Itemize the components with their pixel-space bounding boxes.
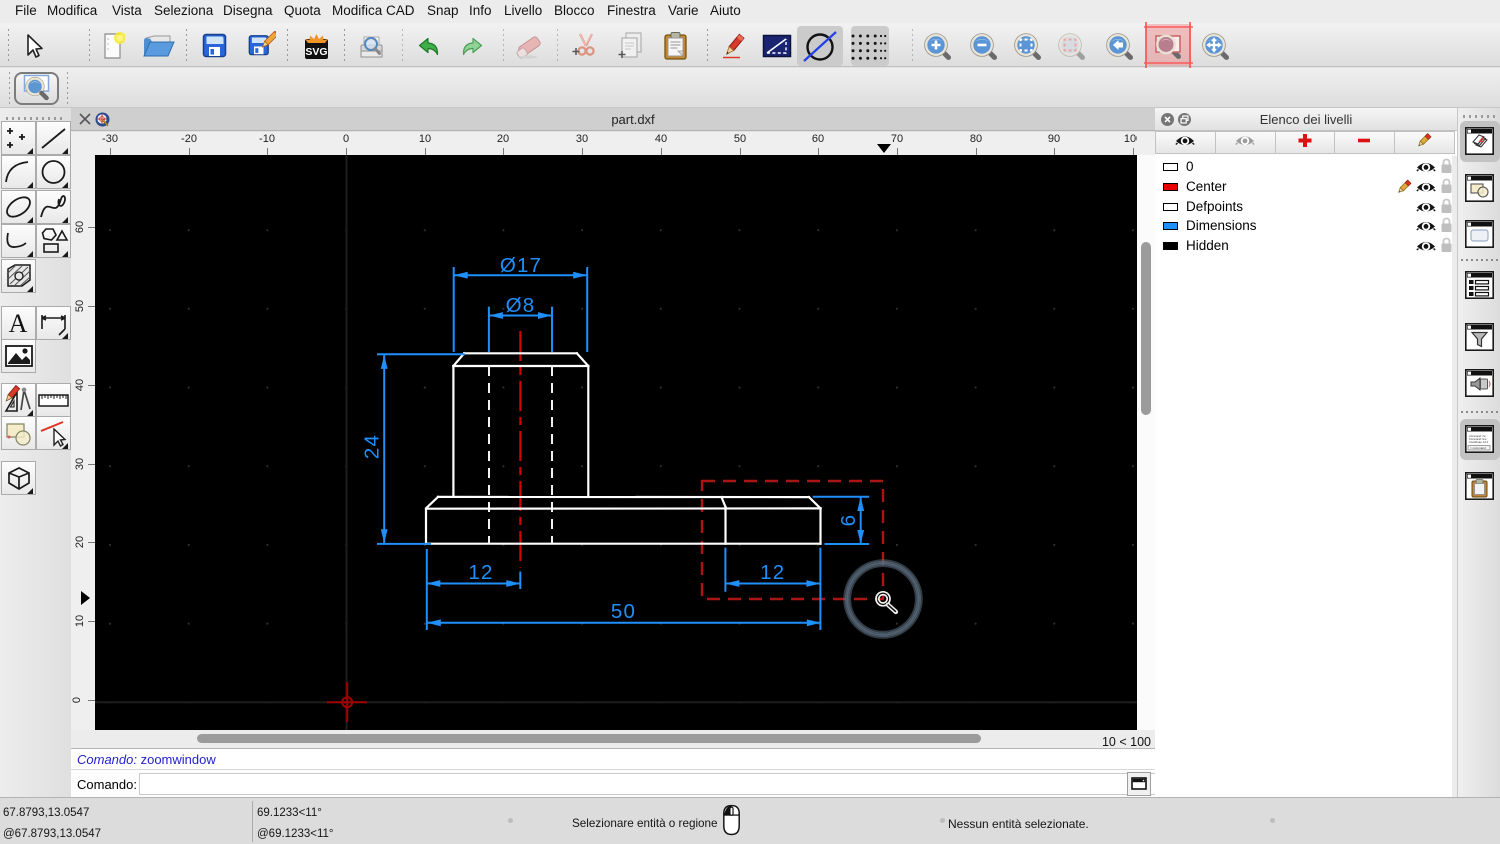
- svg-text:12: 12: [468, 561, 493, 584]
- svg-text:SVG: SVG: [305, 46, 327, 58]
- svg-text:12: 12: [760, 561, 785, 584]
- svg-text:6: 6: [837, 514, 860, 527]
- svg-text:Coordinate: 10,0: Coordinate: 10,0: [1469, 440, 1489, 444]
- svg-text:24: 24: [361, 434, 384, 459]
- svg-text:Ø8: Ø8: [506, 294, 536, 317]
- svg-text:Ø17: Ø17: [500, 254, 542, 277]
- svg-text:> command: > command: [1470, 446, 1486, 450]
- svg-text:50: 50: [611, 600, 636, 623]
- svg-text:A: A: [9, 309, 28, 338]
